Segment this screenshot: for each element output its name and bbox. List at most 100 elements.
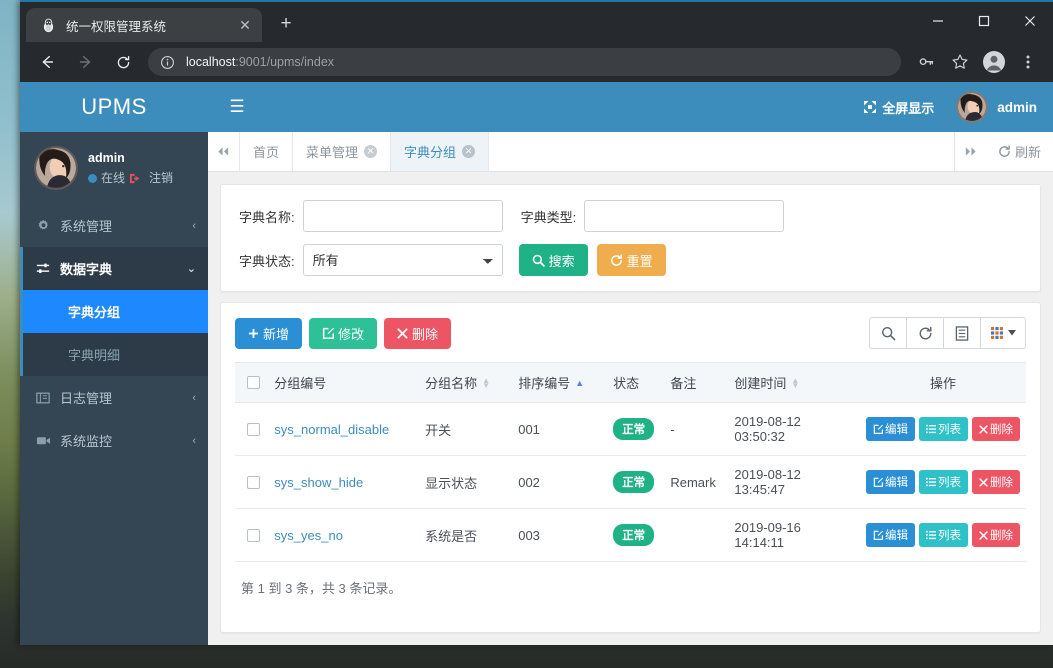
address-bar[interactable]: localhost:9001/upms/index bbox=[148, 48, 901, 76]
search-button[interactable]: 搜索 bbox=[518, 244, 588, 276]
list-view-icon[interactable] bbox=[943, 317, 981, 349]
close-icon bbox=[979, 530, 988, 540]
chevron-left-icon: ‹ bbox=[192, 219, 196, 232]
modify-button[interactable]: 修改 bbox=[309, 317, 378, 349]
row-list-label: 列表 bbox=[938, 530, 961, 542]
close-window-button[interactable] bbox=[1007, 0, 1053, 42]
profile-icon[interactable] bbox=[980, 48, 1008, 76]
column-status[interactable]: 状态 bbox=[607, 362, 665, 403]
table-row[interactable]: sys_yes_no 系统是否 003 正常 2019-09-16 14:14:… bbox=[235, 508, 1026, 562]
row-delete-button[interactable]: 删除 bbox=[972, 417, 1020, 441]
tabs-scroll-right-button[interactable] bbox=[953, 132, 986, 171]
browser-tabstrip: 统一权限管理系统 ✕ + bbox=[20, 0, 1053, 42]
site-info-icon[interactable] bbox=[160, 54, 176, 70]
reload-icon[interactable] bbox=[108, 47, 138, 77]
column-remark[interactable]: 备注 bbox=[664, 362, 729, 403]
close-icon[interactable]: ✕ bbox=[462, 145, 476, 158]
group-code-link[interactable]: sys_show_hide bbox=[274, 475, 363, 490]
pencil-icon bbox=[873, 424, 883, 434]
chevron-down-icon: ⌄ bbox=[186, 263, 196, 275]
column-sort-code[interactable]: 排序编号 ▲ bbox=[512, 362, 608, 403]
browser-tab[interactable]: 统一权限管理系统 ✕ bbox=[26, 8, 262, 42]
cell-remark bbox=[664, 508, 729, 562]
list-icon bbox=[926, 424, 936, 434]
minimize-button[interactable] bbox=[915, 0, 961, 42]
sidebar-subitem-dict-group[interactable]: 字典分组 bbox=[23, 290, 208, 333]
search-icon[interactable] bbox=[869, 317, 907, 349]
table-toolbar-icons bbox=[869, 317, 1026, 349]
table-row[interactable]: sys_show_hide 显示状态 002 正常 Remark 2019-08… bbox=[235, 455, 1026, 509]
new-tab-button[interactable]: + bbox=[272, 11, 300, 39]
close-icon[interactable]: ✕ bbox=[364, 145, 378, 158]
delete-button-label: 删除 bbox=[412, 326, 439, 342]
column-group-name[interactable]: 分组名称 ▲ ▼ bbox=[419, 362, 513, 403]
group-code-link[interactable]: sys_normal_disable bbox=[274, 422, 389, 437]
table-row[interactable]: sys_normal_disable 开关 001 正常 - 2019-08-1… bbox=[235, 402, 1026, 456]
page-tab-menu-management[interactable]: 菜单管理 ✕ bbox=[293, 132, 392, 171]
sidebar-subitem-dict-detail[interactable]: 字典明细 bbox=[23, 333, 208, 376]
pencil-icon bbox=[873, 477, 883, 487]
sidebar-item-data-dictionary[interactable]: 数据字典 ⌄ bbox=[20, 247, 208, 290]
column-created-time[interactable]: 创建时间 ▲ ▼ bbox=[728, 362, 860, 403]
sidebar-item-log-management[interactable]: 日志管理 ‹ bbox=[20, 376, 208, 419]
cell-operations: 编辑 列表 删除 bbox=[860, 508, 1026, 562]
chevron-left-icon: ‹ bbox=[192, 391, 196, 404]
cell-status: 正常 bbox=[607, 508, 665, 562]
row-delete-button[interactable]: 删除 bbox=[972, 470, 1020, 494]
row-list-button[interactable]: 列表 bbox=[919, 470, 968, 494]
dict-name-input[interactable] bbox=[302, 200, 503, 232]
group-code-link[interactable]: sys_yes_no bbox=[274, 528, 343, 543]
delete-button[interactable]: 删除 bbox=[384, 317, 452, 349]
row-checkbox[interactable] bbox=[247, 475, 260, 489]
row-edit-button[interactable]: 编辑 bbox=[866, 523, 915, 547]
dict-type-input[interactable] bbox=[584, 200, 785, 232]
tabs-refresh-button[interactable]: 刷新 bbox=[986, 132, 1053, 171]
page-tab-home[interactable]: 首页 bbox=[240, 132, 294, 171]
row-list-button[interactable]: 列表 bbox=[919, 417, 968, 441]
logout-icon[interactable] bbox=[129, 173, 141, 184]
menu-toggle-button[interactable]: ☰ bbox=[220, 90, 254, 124]
page-tab-dict-group[interactable]: 字典分组 ✕ bbox=[391, 132, 490, 171]
column-group-code[interactable]: 分组编号 bbox=[268, 362, 420, 403]
page-tabs: 首页 菜单管理 ✕ 字典分组 ✕ bbox=[240, 132, 954, 171]
table-record-summary: 第 1 到 3 条，共 3 条记录。 bbox=[241, 581, 402, 596]
add-button[interactable]: 新增 bbox=[235, 317, 303, 349]
tabs-scroll-left-button[interactable] bbox=[208, 132, 240, 171]
back-icon[interactable] bbox=[32, 47, 62, 77]
select-all-checkbox[interactable] bbox=[247, 376, 260, 389]
dict-status-select[interactable]: 所有 bbox=[302, 244, 503, 276]
table-body: sys_normal_disable 开关 001 正常 - 2019-08-1… bbox=[235, 402, 1026, 562]
forward-icon[interactable] bbox=[70, 47, 100, 77]
sidebar-item-label: 系统管理 bbox=[60, 219, 113, 234]
top-navbar: ☰ 全屏显示 admin bbox=[208, 82, 1053, 132]
fullscreen-button[interactable]: 全屏显示 bbox=[863, 98, 934, 117]
sidebar-item-system-management[interactable]: 系统管理 ‹ bbox=[20, 204, 208, 247]
row-action-buttons: 编辑 列表 删除 bbox=[866, 523, 1020, 547]
key-icon[interactable] bbox=[912, 48, 940, 76]
navbar-user[interactable]: admin bbox=[956, 91, 1037, 123]
reset-button-label: 重置 bbox=[626, 253, 653, 269]
logout-label[interactable]: 注销 bbox=[149, 169, 173, 187]
star-icon[interactable] bbox=[946, 48, 974, 76]
dict-type-label: 字典类型: bbox=[520, 209, 577, 225]
maximize-button[interactable] bbox=[961, 0, 1007, 42]
brand-logo[interactable]: UPMS bbox=[20, 82, 208, 132]
dict-name-label: 字典名称: bbox=[239, 209, 295, 225]
menu-icon[interactable] bbox=[1014, 48, 1042, 76]
row-checkbox[interactable] bbox=[247, 422, 260, 436]
browser-window: 统一权限管理系统 ✕ + localhost:9001/upms/index U… bbox=[20, 0, 1053, 645]
close-icon bbox=[979, 424, 988, 434]
close-icon bbox=[979, 477, 988, 487]
sidebar-item-system-monitor[interactable]: 系统监控 ‹ bbox=[20, 419, 208, 462]
row-list-button[interactable]: 列表 bbox=[919, 523, 968, 547]
close-tab-icon[interactable]: ✕ bbox=[236, 16, 254, 34]
close-icon bbox=[397, 327, 408, 339]
reset-button[interactable]: 重置 bbox=[596, 244, 666, 276]
cell-sort-code: 003 bbox=[512, 508, 608, 562]
row-edit-button[interactable]: 编辑 bbox=[866, 470, 915, 494]
row-delete-button[interactable]: 删除 bbox=[972, 523, 1020, 547]
row-edit-button[interactable]: 编辑 bbox=[866, 417, 915, 441]
row-checkbox[interactable] bbox=[247, 528, 260, 542]
refresh-icon[interactable] bbox=[906, 317, 944, 349]
columns-icon[interactable] bbox=[980, 317, 1026, 349]
